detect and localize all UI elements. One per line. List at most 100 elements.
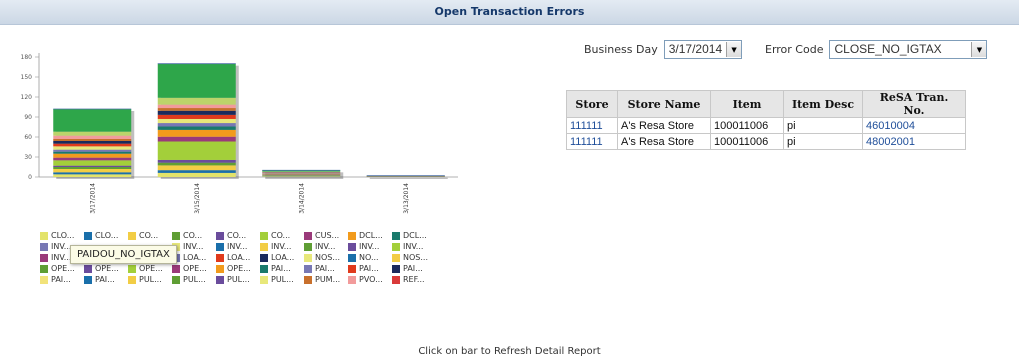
legend-row: CLO... CLO... CO... CO... CO... CO... CUS... DC… [40, 230, 436, 241]
legend-item[interactable]: NOS... [392, 252, 436, 263]
bar-segment[interactable] [157, 172, 236, 177]
legend-item[interactable]: DCL... [348, 230, 392, 241]
bar-segment[interactable] [53, 149, 132, 152]
bar-segment[interactable] [53, 157, 132, 161]
legend-item[interactable]: DCL... [392, 230, 436, 241]
legend-swatch [392, 253, 400, 262]
legend-item[interactable]: INV... [304, 241, 348, 252]
bar-segment[interactable] [157, 110, 236, 115]
bar-segment[interactable] [53, 139, 132, 141]
bar-segment[interactable] [157, 108, 236, 111]
legend-label: NOS... [403, 253, 428, 262]
bar-segment[interactable] [157, 165, 236, 171]
legend-item[interactable]: INV... [392, 241, 436, 252]
legend-item[interactable]: OPE... [216, 263, 260, 274]
legend-item[interactable]: LOA... [216, 252, 260, 263]
bar-segment[interactable] [157, 123, 236, 127]
legend-item[interactable]: PUM... [304, 274, 348, 285]
bar-segment[interactable] [157, 118, 236, 124]
legend-item[interactable]: CO... [172, 230, 216, 241]
legend-swatch [40, 242, 48, 251]
legend-item[interactable]: PAI... [304, 263, 348, 274]
legend-item[interactable]: OPE... [128, 263, 172, 274]
legend-item[interactable]: PAI... [260, 263, 304, 274]
legend-item[interactable]: PUL... [216, 274, 260, 285]
item-cell: 100011006 [710, 117, 784, 134]
bar-segment[interactable] [53, 167, 132, 169]
legend-item[interactable]: LOA... [260, 252, 304, 263]
chevron-down-icon[interactable]: ▼ [726, 42, 742, 57]
legend-item[interactable]: NOS... [304, 252, 348, 263]
legend-item[interactable]: INV... [172, 241, 216, 252]
table-row: 111111 A's Resa Store 100011006 pi 48002… [566, 133, 966, 150]
legend-item[interactable]: LOA... [172, 252, 216, 263]
legend-item[interactable]: PUL... [128, 274, 172, 285]
bar-segment[interactable] [53, 141, 132, 144]
legend-item[interactable]: INV... [260, 241, 304, 252]
legend-item[interactable]: REF... [392, 274, 436, 285]
legend-item[interactable]: CO... [260, 230, 304, 241]
store-link[interactable]: 111111 [566, 133, 618, 150]
legend-item[interactable]: PAI... [392, 263, 436, 274]
legend-item[interactable]: NO... [348, 252, 392, 263]
bar-segment[interactable] [157, 159, 236, 163]
legend-item[interactable]: CUS... [304, 230, 348, 241]
legend-swatch [216, 275, 224, 284]
error-code-select[interactable]: CLOSE_NO_IGTAX ▼ [829, 40, 988, 59]
legend-label: PUL... [227, 275, 250, 284]
business-day-select[interactable]: 3/17/2014 ▼ [663, 40, 743, 59]
bar-segment[interactable] [157, 63, 236, 98]
stacked-bar-chart[interactable]: 0 30 60 90 120 150 180 3/17/2014 3/15/2014 3/14/2… [0, 38, 470, 228]
chevron-down-icon[interactable]: ▼ [971, 42, 987, 57]
bar-segment[interactable] [53, 143, 132, 147]
bar-segment[interactable] [53, 131, 132, 136]
legend-item[interactable]: OPE... [40, 263, 84, 274]
resa-tran-link[interactable]: 48002001 [862, 133, 966, 150]
legend-item[interactable]: INV... [348, 241, 392, 252]
legend-item[interactable]: PAI... [84, 274, 128, 285]
bar-segment[interactable] [53, 165, 132, 167]
y-tick-label: 90 [24, 114, 32, 121]
legend-swatch [348, 264, 356, 273]
legend-label: PAI... [359, 264, 379, 273]
bar-segment[interactable] [157, 114, 236, 119]
legend-swatch [392, 231, 400, 240]
legend-swatch [392, 275, 400, 284]
bar-segment[interactable] [157, 141, 236, 160]
bar-segment[interactable] [53, 146, 132, 150]
legend-item[interactable]: CO... [128, 230, 172, 241]
legend-item[interactable]: OPE... [172, 263, 216, 274]
bar-segment[interactable] [53, 169, 132, 173]
store-link[interactable]: 111111 [566, 117, 618, 134]
bar-segment[interactable] [53, 153, 132, 158]
panel-title: Open Transaction Errors [434, 5, 585, 18]
legend-item[interactable]: PAI... [40, 274, 84, 285]
bar-segment[interactable] [53, 151, 132, 154]
legend-item[interactable]: CO... [216, 230, 260, 241]
bar-segment[interactable] [53, 135, 132, 139]
legend-swatch [128, 275, 136, 284]
legend-item[interactable]: CLO... [84, 230, 128, 241]
bar-segment[interactable] [157, 136, 236, 142]
bar-segment[interactable] [157, 97, 236, 105]
legend-item[interactable]: PUL... [260, 274, 304, 285]
legend-item[interactable]: OPE... [84, 263, 128, 274]
legend-label: INV... [51, 253, 72, 262]
resa-tran-link[interactable]: 46010004 [862, 117, 966, 134]
bar-segment[interactable] [53, 109, 132, 132]
legend-item[interactable]: CLO... [40, 230, 84, 241]
legend-item[interactable]: PAI... [348, 263, 392, 274]
bar-segment[interactable] [53, 174, 132, 177]
bar-segment[interactable] [157, 170, 236, 173]
legend-item[interactable]: PVO... [348, 274, 392, 285]
legend-label: PAI... [95, 275, 115, 284]
bar-segment[interactable] [157, 129, 236, 137]
legend-label: DCL... [403, 231, 427, 240]
bar-segment[interactable] [53, 172, 132, 175]
bar-segment[interactable] [53, 160, 132, 166]
bar-segment[interactable] [157, 104, 236, 109]
legend-item[interactable]: INV... [216, 241, 260, 252]
bar-segment[interactable] [157, 126, 236, 130]
legend-item[interactable]: PUL... [172, 274, 216, 285]
bar-segment[interactable] [157, 162, 236, 166]
